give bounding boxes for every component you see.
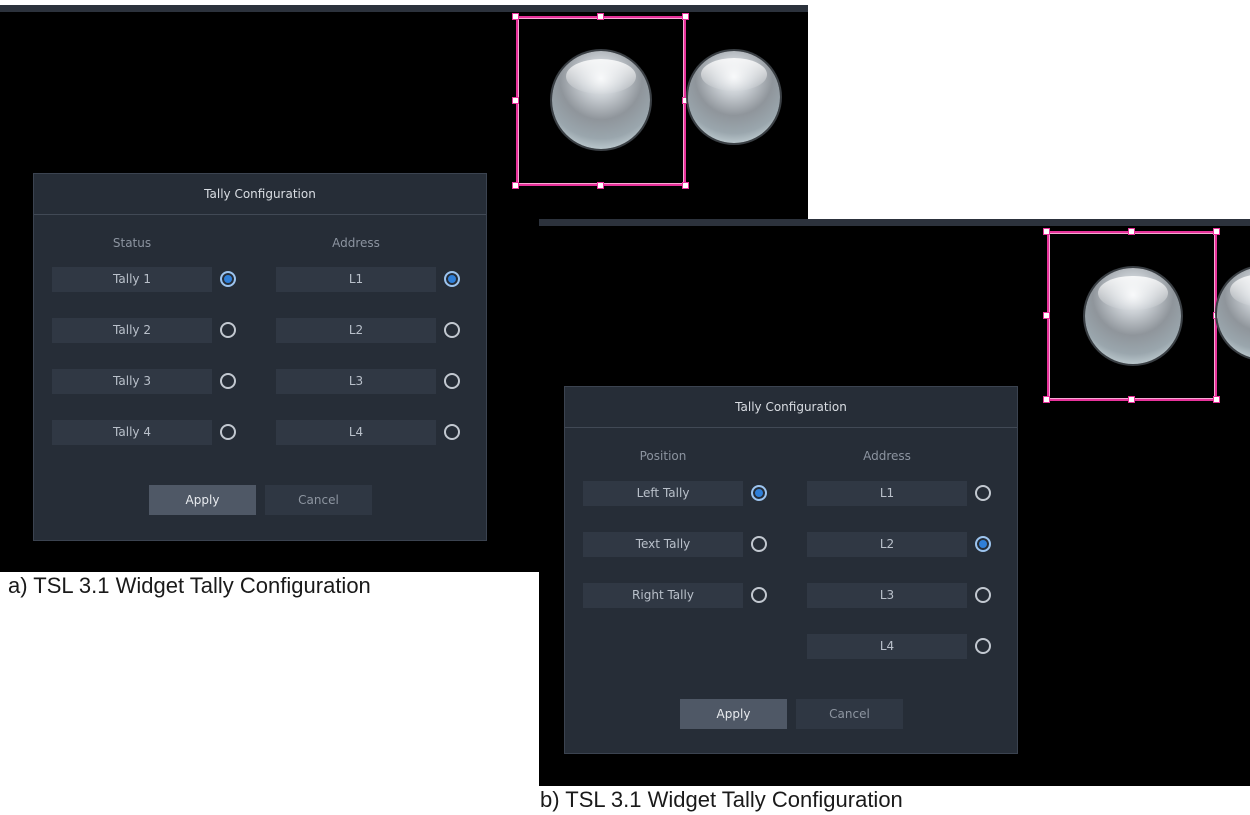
tally-configuration-dialog: Tally Configuration Position Address Lef… [564, 386, 1018, 754]
resize-handle-icon[interactable] [1043, 396, 1050, 403]
screen-b-topbar [539, 219, 1250, 226]
radio-icon[interactable] [220, 322, 236, 338]
address-item-l3: L3 [807, 583, 967, 608]
resize-handle-icon[interactable] [1128, 228, 1135, 235]
dialog-title: Tally Configuration [34, 174, 486, 215]
radio-icon[interactable] [975, 485, 991, 501]
screen-a-topbar [0, 5, 808, 12]
figure-caption-a: a) TSL 3.1 Widget Tally Configuration [8, 573, 371, 598]
position-item-left-tally: Left Tally [583, 481, 743, 506]
address-item-l1: L1 [807, 481, 967, 506]
address-item-l2: L2 [276, 318, 436, 343]
status-item-tally-4: Tally 4 [52, 420, 212, 445]
selected-widget-frame[interactable] [1047, 231, 1217, 401]
tally-orb-icon[interactable] [1085, 268, 1181, 364]
status-item-tally-1: Tally 1 [52, 267, 212, 292]
radio-icon[interactable] [751, 587, 767, 603]
resize-handle-icon[interactable] [1128, 396, 1135, 403]
selected-widget-frame[interactable] [516, 16, 686, 186]
resize-handle-icon[interactable] [1043, 228, 1050, 235]
radio-icon[interactable] [751, 536, 767, 552]
apply-button[interactable]: Apply [680, 699, 787, 729]
radio-icon[interactable] [220, 271, 236, 287]
figure-caption-b: b) TSL 3.1 Widget Tally Configuration [540, 787, 903, 812]
address-item-l2: L2 [807, 532, 967, 557]
address-item-l3: L3 [276, 369, 436, 394]
resize-handle-icon[interactable] [1213, 396, 1220, 403]
column-header-status: Status [112, 236, 152, 250]
radio-icon[interactable] [975, 536, 991, 552]
radio-icon[interactable] [444, 373, 460, 389]
cancel-button[interactable]: Cancel [265, 485, 372, 515]
address-item-l4: L4 [807, 634, 967, 659]
position-item-text-tally: Text Tally [583, 532, 743, 557]
radio-icon[interactable] [975, 638, 991, 654]
dialog-title: Tally Configuration [565, 387, 1017, 428]
resize-handle-icon[interactable] [597, 182, 604, 189]
status-item-tally-2: Tally 2 [52, 318, 212, 343]
resize-handle-icon[interactable] [597, 13, 604, 20]
tally-configuration-dialog: Tally Configuration Status Address Tally… [33, 173, 487, 541]
resize-handle-icon[interactable] [1043, 312, 1050, 319]
radio-icon[interactable] [444, 322, 460, 338]
resize-handle-icon[interactable] [682, 13, 689, 20]
column-header-address: Address [863, 449, 911, 463]
address-item-l1: L1 [276, 267, 436, 292]
radio-icon[interactable] [444, 271, 460, 287]
column-header-address: Address [332, 236, 380, 250]
radio-icon[interactable] [444, 424, 460, 440]
tally-orb-icon[interactable] [552, 51, 650, 149]
position-item-right-tally: Right Tally [583, 583, 743, 608]
screen-b: Tally Configuration Position Address Lef… [539, 219, 1250, 786]
resize-handle-icon[interactable] [512, 182, 519, 189]
address-item-l4: L4 [276, 420, 436, 445]
resize-handle-icon[interactable] [512, 13, 519, 20]
cancel-button[interactable]: Cancel [796, 699, 903, 729]
radio-icon[interactable] [975, 587, 991, 603]
radio-icon[interactable] [751, 485, 767, 501]
status-item-tally-3: Tally 3 [52, 369, 212, 394]
resize-handle-icon[interactable] [682, 182, 689, 189]
tally-orb-icon[interactable] [1217, 267, 1250, 359]
radio-icon[interactable] [220, 373, 236, 389]
tally-orb-icon[interactable] [688, 51, 780, 143]
apply-button[interactable]: Apply [149, 485, 256, 515]
resize-handle-icon[interactable] [512, 97, 519, 104]
radio-icon[interactable] [220, 424, 236, 440]
column-header-position: Position [639, 449, 687, 463]
resize-handle-icon[interactable] [1213, 228, 1220, 235]
